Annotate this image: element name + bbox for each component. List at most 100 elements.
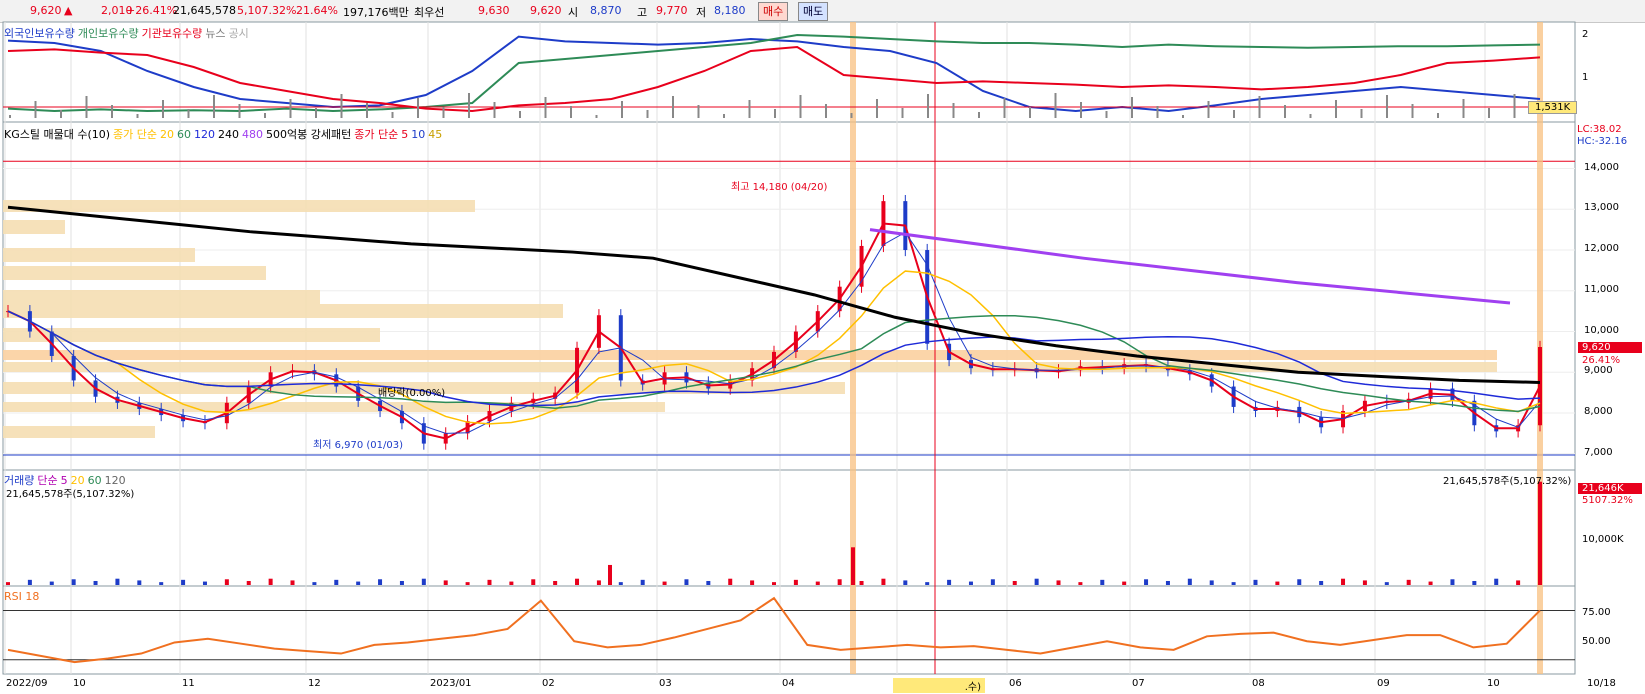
volume-bar [334,579,339,585]
volume-profile-band [3,328,380,342]
price-legend: KG스틸 매물대 수(10) 종가 단순 20 60 120 240 480 500억봉 강세… [4,126,445,142]
dividend-note: 배당락(0.00%) [378,388,446,399]
volume-bar [487,579,492,585]
x-tick-label: 04 [782,678,795,689]
volume-bar [224,579,229,585]
volume-profile-band [3,350,1497,360]
hc-label: HC:-32.16 [1577,136,1628,147]
cursor-date-label: .수) [893,678,985,693]
volume-bar [531,579,536,585]
volume-bar [1034,578,1039,585]
legend-ma120: 120 [194,128,216,141]
volume-bar [1319,580,1324,585]
legend-ma-label-2: 종가 단순 [354,128,399,141]
holdings-legend: 외국인보유수량 개인보유수량 기관보유수량 뉴스 공시 [4,25,252,41]
volume-badge-pct: 5107.32% [1582,495,1633,506]
price-tick: 13,000 [1584,202,1619,214]
volume-badge: 21,646K [1578,483,1642,494]
x-tick-label: 12 [308,678,321,689]
volume-bar [246,580,251,585]
chart-canvas[interactable] [0,0,1645,694]
volume-spike [851,547,855,585]
volume-bar [837,579,842,585]
volume-tick: 10,000K [1582,534,1624,545]
volume-bar [1450,579,1455,585]
volume-bar [1165,580,1170,585]
legend-ma10: 10 [411,128,426,141]
volume-bar [1012,580,1017,585]
volume-bar [71,579,76,585]
volume-bar [290,580,295,585]
volume-bar [618,582,623,585]
volume-bar [6,582,10,585]
pane1-badge: 1,531K [1528,101,1578,114]
volume-bar [443,580,448,585]
volume-bar [49,581,54,585]
volume-bar [1122,581,1127,585]
volume-bar [1341,578,1346,585]
legend-news: 뉴스 [205,27,226,40]
legend-individual: 개인보유수량 [77,27,139,40]
price-tick: 14,000 [1584,161,1619,173]
volume-bar [1516,580,1521,585]
x-tick-label: 11 [182,678,195,689]
pane1-tick-2: 2 [1582,29,1589,40]
x-tick-label: 10/18 [1587,678,1616,689]
legend-ma240: 240 [218,128,240,141]
x-tick-label: 10 [73,678,86,689]
volume-profile-band [3,200,475,212]
x-tick-label: 2022/09 [6,678,48,689]
x-tick-label: 08 [1252,678,1265,689]
volume-bar [356,581,361,585]
legend-ma5: 5 [401,128,409,141]
x-tick-label: 06 [1009,678,1022,689]
volume-profile-band [3,248,195,262]
legend-ma60: 60 [177,128,192,141]
volume-bar [1275,581,1280,585]
volume-bar [553,580,558,585]
rsi-legend: RSI 18 [4,590,40,603]
volume-bar [115,578,120,585]
volume-bar [378,579,383,585]
legend-ma45: 45 [428,128,443,141]
rsi-tick-75: 75.00 [1582,607,1611,618]
pane-frame [2,585,1576,675]
volume-profile-band [3,304,563,318]
volume-bar [793,579,798,585]
volume-bar [881,578,886,585]
volume-profile-band [3,220,65,234]
pane-frame [2,469,1576,587]
volume-bar [706,580,711,585]
volume-bar [684,579,689,585]
volume-bar [1056,580,1061,585]
volume-bar [1472,580,1477,585]
volume-bar [1100,579,1105,585]
legend-disclosure: 공시 [228,27,249,40]
volume-bar [399,580,404,585]
volume-bar [421,578,426,585]
volume-bar [312,582,317,585]
volume-spike [1538,481,1542,585]
volume-bar [1253,579,1258,585]
volume-stat-right: 21,645,578주(5,107.32%) [1443,476,1572,487]
volume-bar [159,582,164,585]
price-tick: 7,000 [1584,446,1613,458]
volume-profile-band [3,426,155,438]
volume-bar [750,580,755,585]
volume-bar [662,581,667,585]
volume-bar [640,579,645,585]
price-tick: 8,000 [1584,406,1613,418]
volume-bar [947,579,952,585]
volume-bar [1494,578,1499,585]
volume-bar [968,581,973,585]
legend-foreign: 외국인보유수량 [4,27,75,40]
volume-bar [509,581,514,585]
x-tick-label: 03 [659,678,672,689]
x-tick-label: 02 [542,678,555,689]
volume-bar [728,578,733,585]
x-tick-label: 09 [1377,678,1390,689]
price-tick: 10,000 [1584,324,1619,336]
price-badge: 9,620 [1578,342,1642,353]
legend-ma480: 480 [242,128,264,141]
volume-bar [1187,578,1192,585]
